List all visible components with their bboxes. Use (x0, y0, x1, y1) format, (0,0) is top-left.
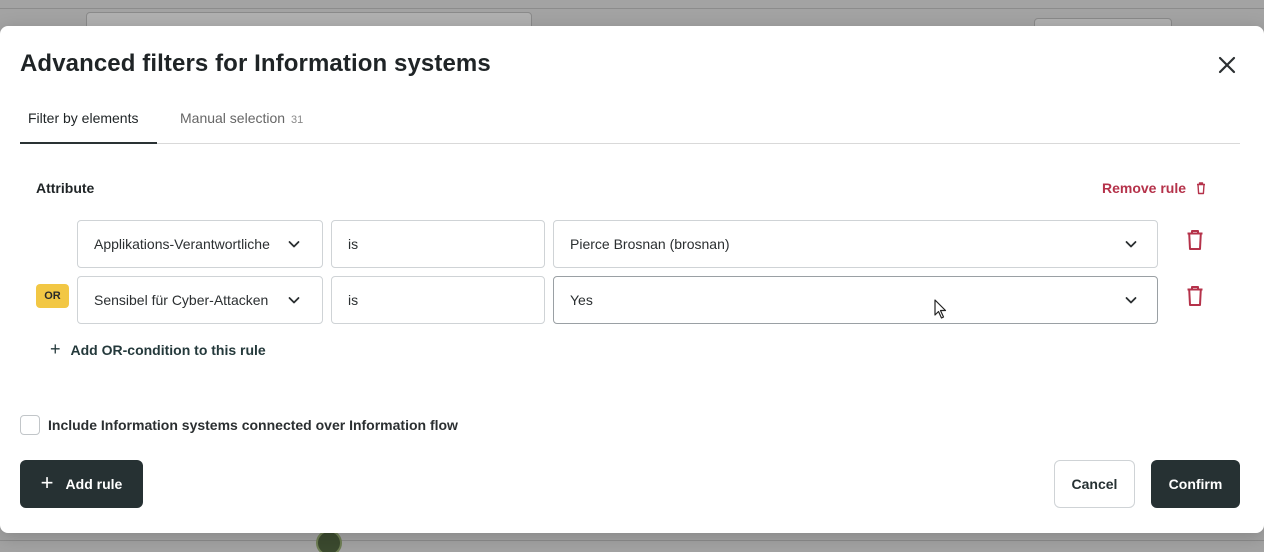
trash-icon (1187, 230, 1203, 250)
filter-tabs: Filter by elements Manual selection 31 (20, 106, 1240, 144)
operator-select-value: is (348, 236, 359, 252)
close-button[interactable] (1214, 52, 1240, 78)
modal-title: Advanced filters for Information systems (20, 50, 491, 77)
attribute-label: Attribute (36, 180, 95, 196)
include-connected-checkbox[interactable] (20, 415, 40, 435)
chevron-down-icon (1125, 297, 1137, 304)
or-badge: OR (36, 284, 69, 308)
tab-label: Manual selection (180, 110, 286, 126)
remove-rule-button[interactable]: Remove rule (1102, 180, 1208, 196)
operator-select-value: is (348, 292, 359, 308)
delete-condition-button[interactable] (1186, 229, 1204, 251)
tab-manual-selection[interactable]: Manual selection 31 (180, 110, 303, 144)
operator-select[interactable]: is (331, 276, 545, 324)
tab-count-badge: 31 (290, 114, 304, 126)
plus-icon: + (50, 339, 61, 359)
advanced-filters-modal: Advanced filters for Information systems… (0, 26, 1264, 533)
attribute-select-value: Sensibel für Cyber-Attacken (94, 292, 269, 308)
confirm-button[interactable]: Confirm (1151, 460, 1240, 508)
cancel-button[interactable]: Cancel (1054, 460, 1135, 508)
delete-condition-button[interactable] (1186, 285, 1204, 307)
operator-select[interactable]: is (331, 220, 545, 268)
add-rule-label: Add rule (65, 476, 123, 492)
value-select[interactable]: Yes (553, 276, 1158, 324)
include-connected-label: Include Information systems connected ov… (48, 417, 458, 433)
value-select-value: Pierce Brosnan (brosnan) (570, 236, 730, 252)
add-or-condition-label: Add OR-condition to this rule (70, 341, 266, 358)
background-avatar (316, 530, 342, 552)
remove-rule-label: Remove rule (1102, 180, 1187, 196)
chevron-down-icon (1125, 241, 1137, 248)
attribute-select-value: Applikations-Verantwortliche (94, 236, 270, 252)
tab-label: Filter by elements (28, 110, 139, 126)
add-rule-button[interactable]: + Add rule (20, 460, 143, 508)
include-connected-option: Include Information systems connected ov… (20, 415, 458, 435)
chevron-down-icon (288, 241, 300, 248)
chevron-down-icon (288, 297, 300, 304)
background-divider (0, 540, 1264, 541)
value-select[interactable]: Pierce Brosnan (brosnan) (553, 220, 1158, 268)
value-select-value: Yes (570, 292, 593, 308)
close-icon (1218, 56, 1236, 74)
mouse-cursor-icon (934, 299, 947, 319)
plus-icon: + (40, 470, 54, 495)
trash-icon (1187, 286, 1203, 306)
add-or-condition-button[interactable]: + Add OR-condition to this rule (50, 339, 266, 360)
attribute-select[interactable]: Applikations-Verantwortliche (77, 220, 323, 268)
tab-filter-by-elements[interactable]: Filter by elements (20, 110, 157, 144)
trash-icon (1197, 182, 1206, 195)
background-divider (0, 8, 1264, 9)
attribute-select[interactable]: Sensibel für Cyber-Attacken (77, 276, 323, 324)
